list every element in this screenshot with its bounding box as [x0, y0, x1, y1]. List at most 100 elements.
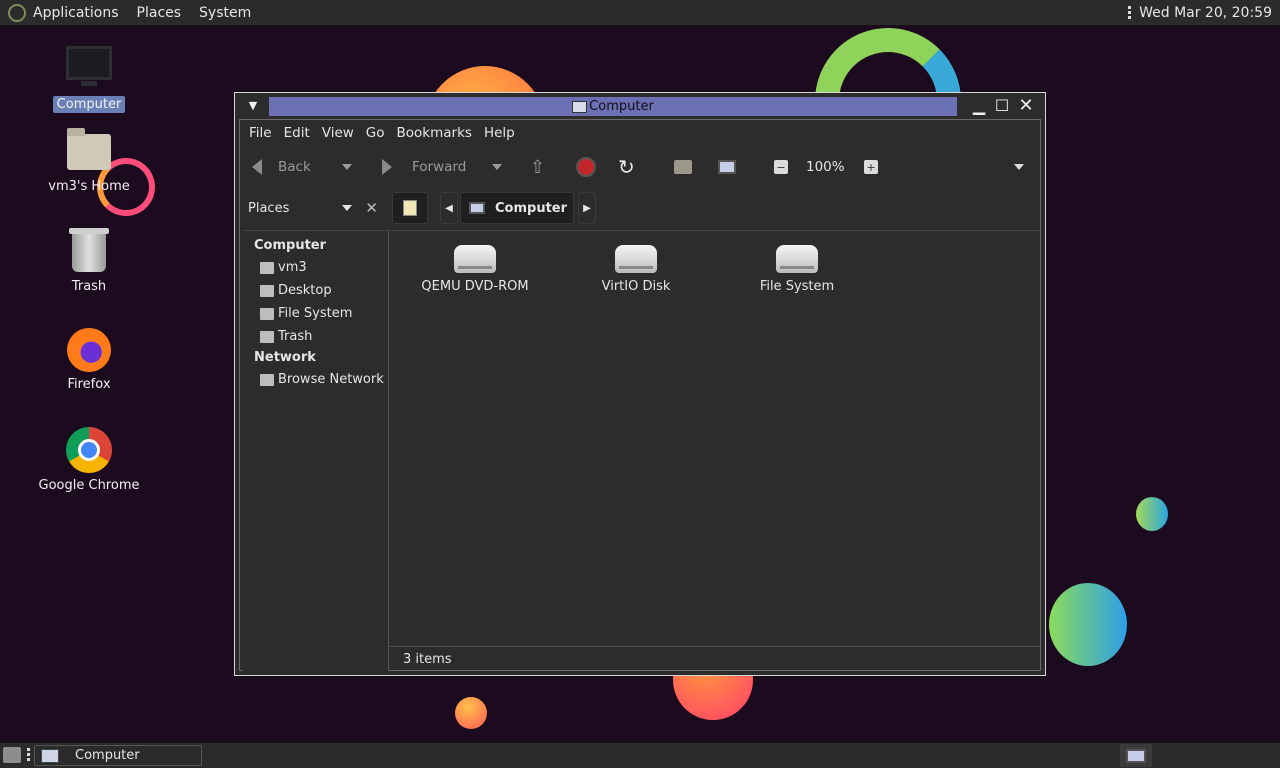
panel-menu-icon[interactable]: [1128, 6, 1132, 19]
sidebar-item-label: File System: [278, 306, 353, 321]
sidebar-item-trash[interactable]: Trash: [260, 325, 388, 348]
desktop-icon-home[interactable]: vm3's Home: [34, 128, 144, 195]
workspace-icon: [1126, 748, 1146, 763]
file-label: QEMU DVD-ROM: [421, 279, 529, 294]
clock[interactable]: Wed Mar 20, 20:59: [1139, 5, 1272, 21]
forward-history-dropdown[interactable]: [492, 148, 502, 186]
file-item-virtio-disk[interactable]: VirtIO Disk: [571, 245, 701, 294]
file-label: File System: [759, 279, 835, 294]
trash-icon: [260, 330, 274, 343]
menu-edit[interactable]: Edit: [284, 125, 310, 141]
sidebar-item-vm3[interactable]: vm3: [260, 256, 388, 279]
zoom-out-icon: −: [774, 160, 788, 174]
back-button[interactable]: Back: [252, 148, 311, 186]
up-button[interactable]: ⇧: [530, 148, 545, 186]
home-folder-icon: [260, 261, 274, 274]
sidebar-item-label: Desktop: [278, 283, 332, 298]
desktop-icon-chrome[interactable]: Google Chrome: [34, 427, 144, 494]
reload-icon: ↻: [618, 155, 635, 179]
sidebar-heading-computer: Computer: [254, 238, 327, 253]
path-scroll-right[interactable]: ▶: [578, 192, 596, 224]
places-dropdown-icon[interactable]: [342, 205, 352, 211]
sidebar-item-desktop[interactable]: Desktop: [260, 279, 388, 302]
desktop-icon-firefox[interactable]: Firefox: [34, 328, 144, 393]
panel-handle-icon: [27, 748, 30, 761]
close-sidebar-icon[interactable]: ✕: [365, 199, 378, 217]
firefox-icon: [67, 328, 111, 372]
window-title: Computer: [589, 99, 654, 114]
reload-button[interactable]: ↻: [618, 148, 635, 186]
menu-go[interactable]: Go: [366, 125, 385, 141]
computer-button[interactable]: [718, 148, 736, 186]
status-bar: 3 items: [390, 646, 1040, 671]
top-panel: Applications Places System Wed Mar 20, 2…: [0, 0, 1280, 25]
chevron-down-icon: [1014, 164, 1024, 170]
workspace-switcher[interactable]: [1120, 744, 1152, 767]
window-title-bar-highlight[interactable]: Computer: [269, 97, 957, 116]
desktop-icon-label: Google Chrome: [38, 478, 140, 493]
path-label: Computer: [495, 200, 568, 216]
sidebar-item-label: Browse Network: [278, 372, 384, 387]
item-count: 3 items: [403, 651, 452, 667]
sidebar-item-browse-network[interactable]: Browse Network: [260, 368, 388, 391]
desktop-icon-trash[interactable]: Trash: [34, 228, 144, 295]
home-button[interactable]: [674, 148, 692, 186]
distro-logo-icon[interactable]: [8, 3, 26, 22]
chrome-icon: [66, 427, 112, 473]
desktop-folder-icon: [260, 284, 274, 297]
window-menu-icon[interactable]: ▼: [243, 96, 263, 116]
menu-system[interactable]: System: [199, 5, 251, 21]
zoom-out-button[interactable]: −: [774, 148, 788, 186]
file-item-file-system[interactable]: File System: [732, 245, 862, 294]
computer-icon: [469, 202, 485, 214]
close-icon[interactable]: ✕: [1016, 96, 1036, 116]
drive-icon: [260, 307, 274, 320]
menu-bookmarks[interactable]: Bookmarks: [397, 125, 472, 141]
menu-file[interactable]: File: [249, 125, 272, 141]
bg-blue-blob: [1049, 583, 1127, 666]
path-scroll-left[interactable]: ◀: [440, 192, 458, 224]
menu-places[interactable]: Places: [137, 5, 182, 21]
file-item-dvd-rom[interactable]: QEMU DVD-ROM: [410, 245, 540, 294]
toolbar-overflow-button[interactable]: [1014, 148, 1024, 186]
taskbar-item-label: Computer: [75, 748, 140, 763]
chevron-down-icon: [342, 164, 352, 170]
menu-applications[interactable]: Applications: [33, 5, 119, 21]
desktop-icon-label: vm3's Home: [48, 179, 130, 194]
back-history-dropdown[interactable]: [342, 148, 352, 186]
menu-view[interactable]: View: [322, 125, 354, 141]
stop-icon: [576, 157, 596, 177]
bottom-panel: Computer: [0, 743, 1280, 768]
desktop-icon-label: Firefox: [67, 377, 111, 392]
back-label: Back: [278, 159, 311, 175]
desktop-icon-label: Trash: [71, 279, 107, 294]
stop-button[interactable]: [576, 148, 596, 186]
minimize-icon[interactable]: ▁: [969, 96, 989, 116]
zoom-level[interactable]: 100%: [806, 148, 845, 186]
show-desktop-icon[interactable]: [3, 747, 21, 763]
hard-disk-icon: [615, 245, 657, 273]
menu-help[interactable]: Help: [484, 125, 515, 141]
sidebar-item-label: vm3: [278, 260, 307, 275]
file-view[interactable]: QEMU DVD-ROM VirtIO Disk File System: [390, 230, 1040, 645]
taskbar-item-computer[interactable]: Computer: [34, 745, 202, 766]
zoom-in-button[interactable]: +: [864, 148, 878, 186]
window-titlebar[interactable]: ▼ Computer ▁ ☐ ✕: [235, 93, 1045, 119]
sidebar-item-file-system[interactable]: File System: [260, 302, 388, 325]
location-bar: Places ✕ ◀ Computer ▶: [240, 190, 1040, 226]
toggle-location-entry-button[interactable]: [392, 192, 428, 224]
path-button-computer[interactable]: Computer: [460, 192, 574, 224]
file-manager-window: ▼ Computer ▁ ☐ ✕ File Edit View Go Bookm…: [234, 92, 1046, 676]
computer-icon: [66, 46, 112, 86]
zoom-in-icon: +: [864, 160, 878, 174]
places-sidebar: Computer vm3 Desktop File System Trash N…: [242, 230, 389, 671]
back-arrow-icon: [252, 159, 262, 175]
network-icon: [260, 373, 274, 386]
forward-button[interactable]: Forward: [382, 148, 466, 186]
computer-icon: [41, 748, 59, 763]
maximize-icon[interactable]: ☐: [992, 96, 1012, 116]
computer-icon: [718, 160, 736, 174]
desktop-icon-computer[interactable]: Computer: [34, 46, 144, 113]
chevron-left-icon: ◀: [445, 202, 453, 214]
places-selector[interactable]: Places: [248, 201, 289, 216]
